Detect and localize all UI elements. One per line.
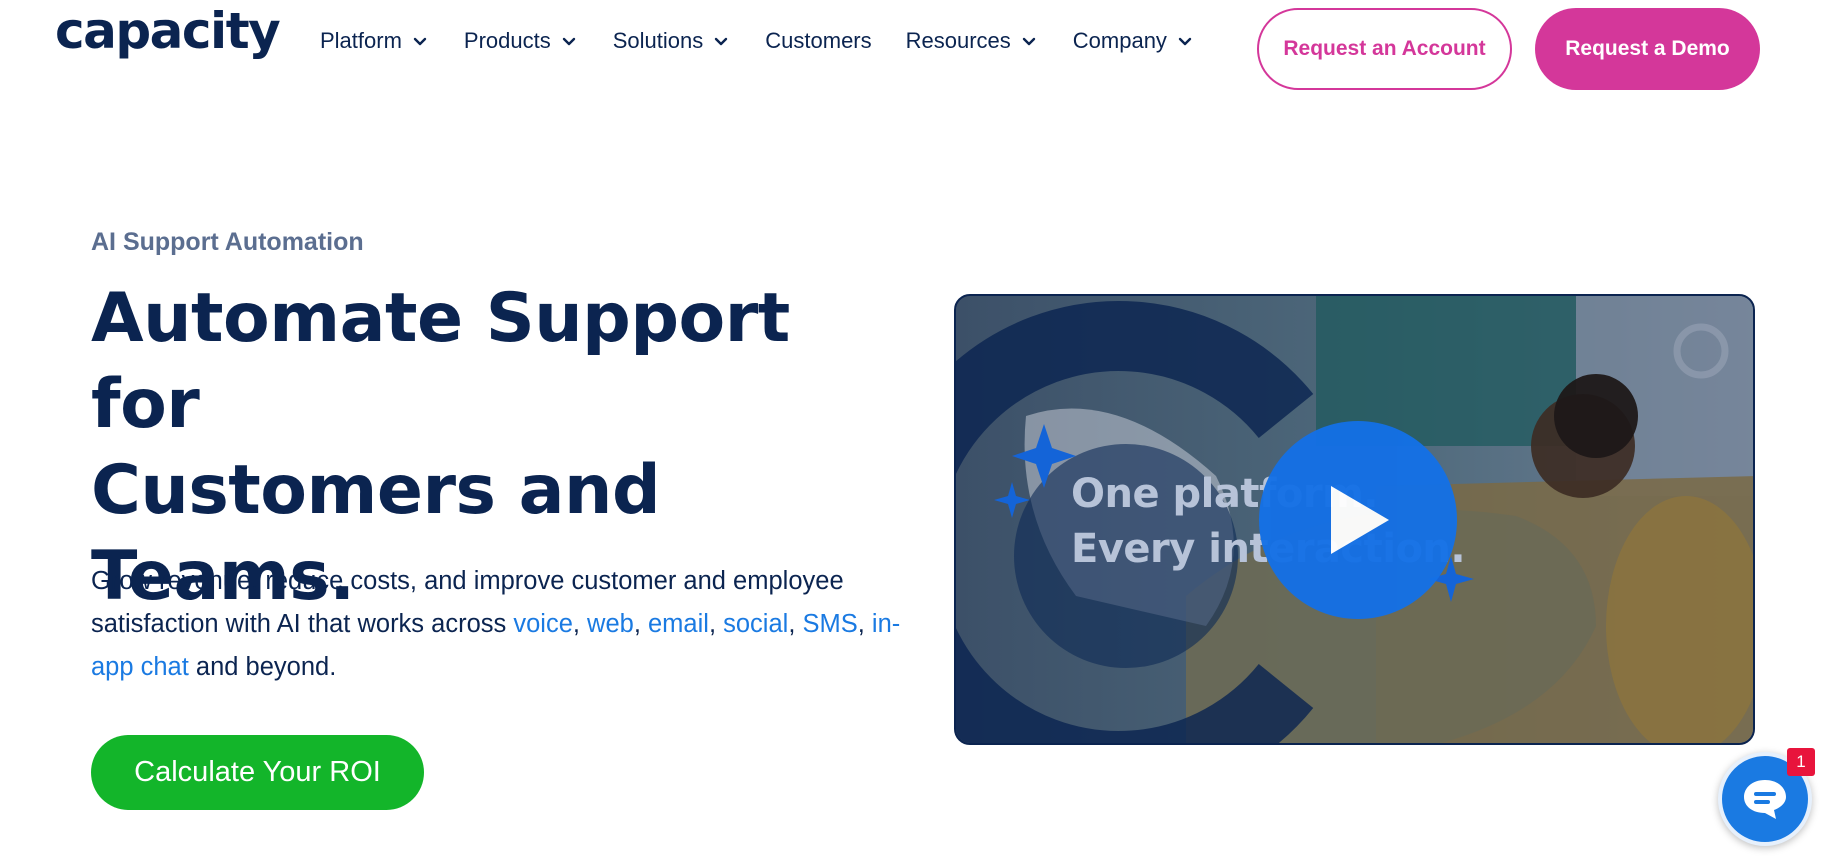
site-header: capacity Platform Products Solutions Cus… (0, 0, 1833, 100)
nav-item-products[interactable]: Products (464, 28, 579, 54)
chevron-down-icon (1022, 37, 1035, 46)
capacity-logo[interactable]: capacity (55, 2, 281, 60)
nav-item-label: Products (463, 28, 551, 53)
separator: , (572, 610, 588, 638)
description-text: and beyond. (188, 653, 337, 681)
chat-bubble-icon (1744, 780, 1786, 819)
nav-item-label: Solutions (612, 28, 704, 53)
nav-item-platform[interactable]: Platform (320, 28, 430, 54)
hero-eyebrow: AI Support Automation (91, 228, 364, 256)
nav-item-label: Resources (905, 28, 1011, 53)
headline-line: Customers and (91, 451, 661, 530)
nav-item-resources[interactable]: Resources (906, 28, 1039, 54)
calculate-roi-button[interactable]: Calculate Your ROI (91, 735, 424, 810)
link-sms[interactable]: SMS (802, 610, 857, 638)
separator: , (633, 610, 648, 638)
link-web[interactable]: web (587, 610, 634, 638)
main-nav: Platform Products Solutions Customers Re… (320, 28, 1229, 54)
nav-item-company[interactable]: Company (1073, 28, 1195, 54)
nav-item-label: Company (1072, 28, 1167, 53)
request-account-button[interactable]: Request an Account (1257, 8, 1512, 90)
separator: , (857, 610, 872, 638)
nav-item-customers[interactable]: Customers (765, 28, 871, 54)
link-social[interactable]: social (723, 610, 788, 638)
video-player[interactable]: One platform. Every interaction. (954, 294, 1755, 745)
play-icon (1331, 486, 1389, 554)
hero-description: Grow revenue, reduce costs, and improve … (91, 560, 911, 689)
nav-item-solutions[interactable]: Solutions (613, 28, 732, 54)
play-button[interactable] (1259, 421, 1457, 619)
chevron-down-icon (413, 37, 427, 46)
chevron-down-icon (1178, 37, 1192, 46)
chevron-down-icon (715, 37, 728, 46)
headline-line: Automate Support for (91, 279, 790, 444)
link-email[interactable]: email (648, 610, 709, 638)
link-voice[interactable]: voice (513, 610, 573, 638)
chevron-down-icon (562, 37, 575, 46)
separator: , (788, 610, 803, 638)
request-demo-button[interactable]: Request a Demo (1535, 8, 1760, 90)
notification-badge: 1 (1787, 748, 1815, 776)
nav-item-label: Customers (765, 28, 872, 53)
nav-item-label: Platform (320, 28, 402, 53)
separator: , (708, 610, 724, 638)
